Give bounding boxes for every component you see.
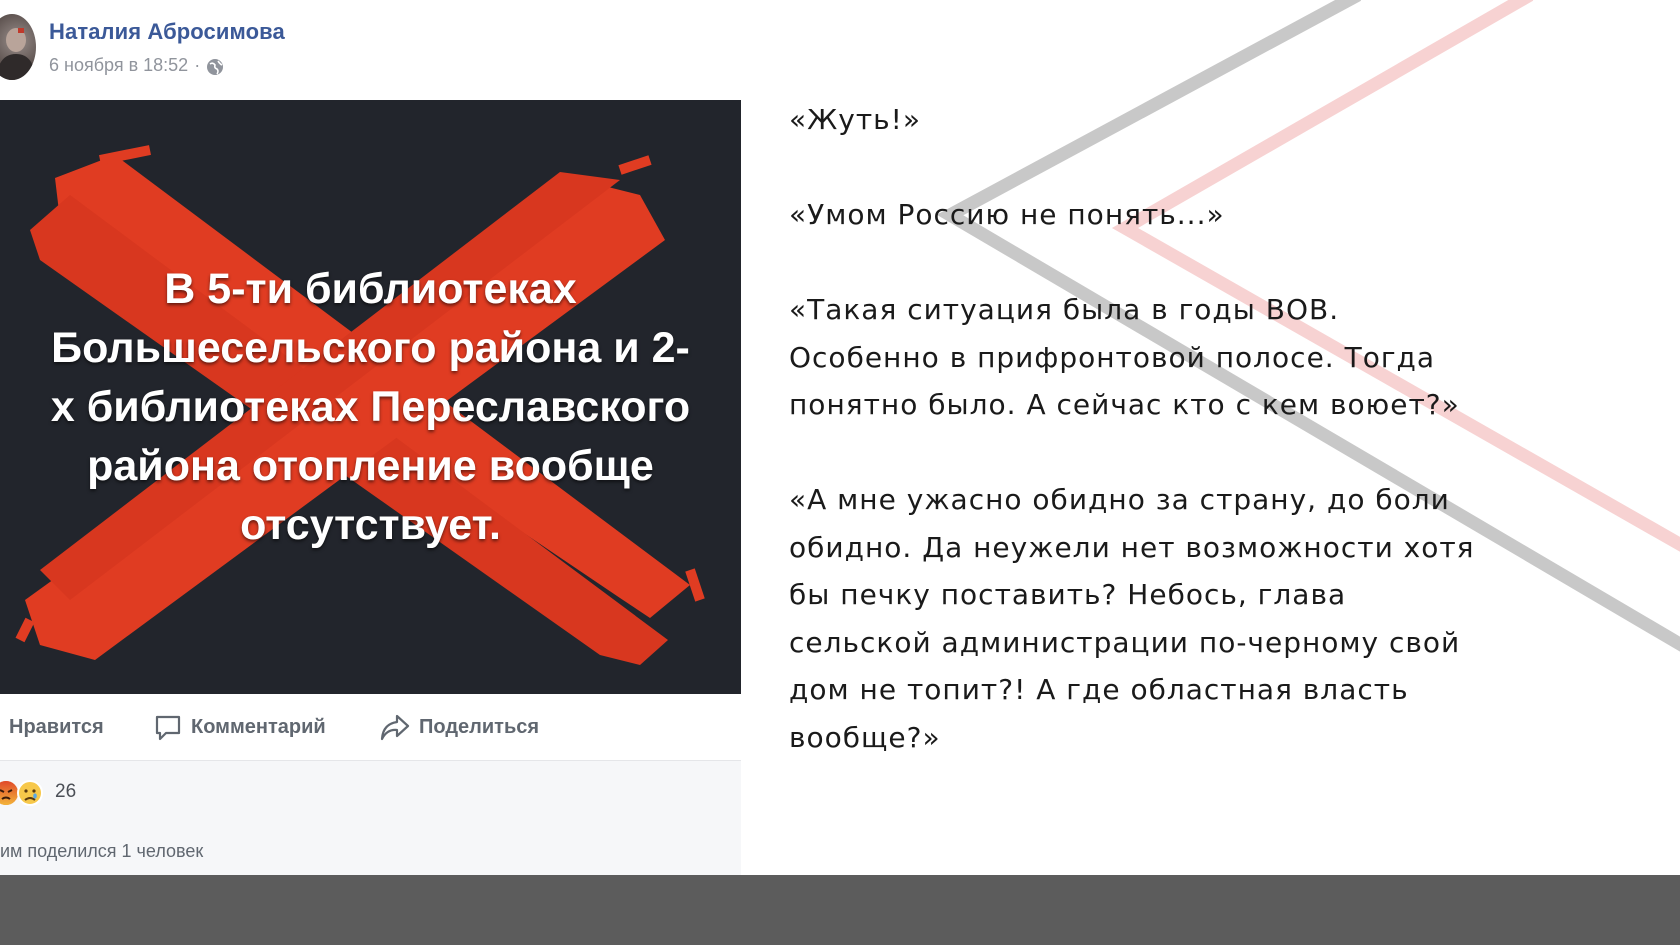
shares-bar: им поделился 1 человек: [0, 825, 741, 875]
shares-count-link[interactable]: им поделился 1 человек: [0, 841, 203, 862]
reaction-count[interactable]: 26: [55, 781, 76, 803]
quote-3: «Такая ситуация была в годы ВОВ. Особенн…: [789, 293, 1460, 421]
post-meta: 6 ноября в 18:52 ·: [49, 53, 224, 77]
comment-button[interactable]: Комментарий: [153, 712, 326, 742]
caption-line-2: Большесельского района и 2-: [51, 324, 690, 372]
share-label: Поделиться: [419, 715, 540, 738]
post-image[interactable]: В 5-ти библиотеках Большесельского район…: [0, 100, 741, 694]
like-button[interactable]: Нравится: [9, 716, 104, 739]
quote-1: «Жуть!»: [789, 103, 922, 136]
sad-reaction-icon: [17, 780, 43, 806]
reactions-bar[interactable]: 26: [0, 760, 741, 826]
angry-reaction-icon: [0, 781, 18, 805]
globe-icon: [207, 59, 224, 75]
caption-line-5: отсутствует.: [240, 501, 501, 549]
comment-icon: [155, 715, 181, 741]
share-button[interactable]: Поделиться: [379, 712, 539, 742]
share-icon: [380, 714, 410, 741]
quotes-panel: «Жуть!» «Умом Россию не понять...» «Така…: [789, 96, 1489, 809]
author-name-link[interactable]: Наталия Абросимова: [49, 19, 285, 45]
caption-line-1: В 5-ти библиотеках: [164, 265, 577, 313]
post-actions: Нравится Комментарий Поделиться: [0, 700, 741, 760]
post-timestamp[interactable]: 6 ноября в 18:52: [49, 55, 188, 76]
footer-band: [0, 875, 1680, 945]
post-image-caption: В 5-ти библиотеках Большесельского район…: [0, 100, 741, 549]
facebook-post: Наталия Абросимова 6 ноября в 18:52 · В …: [0, 0, 741, 875]
quote-4: «А мне ужасно обидно за страну, до боли …: [789, 483, 1475, 754]
quote-2: «Умом Россию не понять...»: [789, 198, 1225, 231]
like-label: Нравится: [9, 716, 104, 738]
caption-line-4: района отопление вообще: [87, 442, 654, 490]
avatar[interactable]: [0, 14, 36, 80]
caption-line-3: х библиотеках Переславского: [50, 383, 691, 431]
comment-label: Комментарий: [191, 715, 326, 738]
reaction-icons: [0, 780, 43, 806]
meta-separator: ·: [194, 54, 201, 75]
